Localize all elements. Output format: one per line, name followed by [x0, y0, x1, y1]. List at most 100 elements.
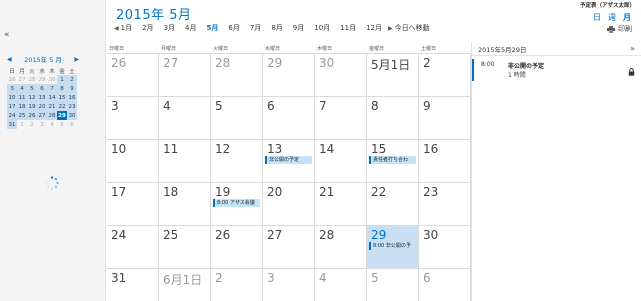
day-cell[interactable]: 5	[367, 269, 419, 301]
day-cell[interactable]: 4	[159, 97, 211, 140]
mini-day[interactable]: 7	[47, 84, 57, 93]
month-link-1[interactable]: 1月	[121, 23, 132, 33]
mini-day[interactable]: 18	[17, 102, 27, 111]
mini-day[interactable]: 10	[7, 93, 17, 102]
collapse-pane-icon[interactable]: «	[4, 30, 10, 40]
mini-day[interactable]: 25	[17, 111, 27, 120]
mini-day[interactable]: 12	[27, 93, 37, 102]
view-month-button[interactable]: 月	[623, 12, 631, 23]
mini-day[interactable]: 17	[7, 102, 17, 111]
month-link-12[interactable]: 12月	[366, 23, 382, 33]
mini-day[interactable]: 21	[47, 102, 57, 111]
day-cell[interactable]: 31	[107, 269, 159, 301]
mini-day[interactable]: 27	[17, 75, 27, 84]
day-cell[interactable]: 12	[211, 140, 263, 183]
mini-prev-month-icon[interactable]: ◀	[7, 56, 12, 63]
day-cell[interactable]: 29 8:00 非公開の予	[367, 226, 419, 269]
day-cell[interactable]: 10	[107, 140, 159, 183]
day-cell[interactable]: 2	[211, 269, 263, 301]
month-link-5[interactable]: 5月	[207, 23, 219, 33]
calendar-event[interactable]: 非公開の予定	[265, 156, 312, 164]
month-link-6[interactable]: 6月	[228, 23, 239, 33]
goto-today-link[interactable]: 今日へ移動	[395, 23, 430, 33]
mini-day[interactable]: 2	[27, 120, 37, 129]
mini-day[interactable]: 24	[7, 111, 17, 120]
mini-day[interactable]: 28	[47, 111, 57, 120]
expand-pane-icon[interactable]: »	[630, 44, 635, 53]
mini-day[interactable]: 4	[47, 120, 57, 129]
mini-day[interactable]: 6	[67, 120, 77, 129]
mini-next-month-icon[interactable]: ▶	[74, 56, 79, 63]
month-link-11[interactable]: 11月	[340, 23, 356, 33]
mini-day[interactable]: 3	[7, 84, 17, 93]
month-link-2[interactable]: 2月	[142, 23, 153, 33]
mini-day[interactable]: 15	[57, 93, 67, 102]
day-cell[interactable]: 2	[419, 54, 471, 97]
day-cell[interactable]: 22	[367, 183, 419, 226]
day-cell[interactable]: 11	[159, 140, 211, 183]
day-cell[interactable]: 5	[211, 97, 263, 140]
mini-day[interactable]: 2	[67, 75, 77, 84]
day-cell[interactable]: 8	[367, 97, 419, 140]
mini-day[interactable]: 14	[47, 93, 57, 102]
mini-day[interactable]: 20	[37, 102, 47, 111]
mini-day[interactable]: 19	[27, 102, 37, 111]
mini-day[interactable]: 5	[57, 120, 67, 129]
view-week-button[interactable]: 週	[608, 12, 616, 23]
day-cell[interactable]: 5月1日	[367, 54, 419, 97]
mini-day[interactable]: 9	[67, 84, 77, 93]
mini-day[interactable]: 30	[67, 111, 77, 120]
mini-day[interactable]: 29	[57, 111, 67, 120]
day-cell[interactable]: 9	[419, 97, 471, 140]
calendar-event[interactable]: 8:00 アザス会議	[213, 199, 260, 207]
mini-day[interactable]: 4	[17, 84, 27, 93]
mini-day[interactable]: 1	[57, 75, 67, 84]
month-link-8[interactable]: 8月	[271, 23, 282, 33]
day-cell[interactable]: 4	[315, 269, 367, 301]
day-cell[interactable]: 3	[263, 269, 315, 301]
day-cell[interactable]: 20	[263, 183, 315, 226]
day-cell[interactable]: 21	[315, 183, 367, 226]
mini-day[interactable]: 29	[37, 75, 47, 84]
month-link-9[interactable]: 9月	[293, 23, 304, 33]
mini-day[interactable]: 26	[7, 75, 17, 84]
day-cell[interactable]: 16	[419, 140, 471, 183]
month-link-7[interactable]: 7月	[250, 23, 261, 33]
mini-day[interactable]: 16	[67, 93, 77, 102]
agenda-appointment[interactable]: 8:00 非公開の予定 1 時間	[472, 59, 641, 81]
mini-day[interactable]: 3	[37, 120, 47, 129]
calendar-event[interactable]: 8:00 非公開の予	[369, 242, 416, 250]
day-cell[interactable]: 27	[159, 54, 211, 97]
day-cell[interactable]: 15 責任者打ち合わ	[367, 140, 419, 183]
mini-day[interactable]: 1	[17, 120, 27, 129]
day-cell[interactable]: 6月1日	[159, 269, 211, 301]
day-cell[interactable]: 25	[159, 226, 211, 269]
day-cell[interactable]: 19 8:00 アザス会議	[211, 183, 263, 226]
mini-day[interactable]: 30	[47, 75, 57, 84]
mini-day[interactable]: 26	[27, 111, 37, 120]
day-cell[interactable]: 23	[419, 183, 471, 226]
day-cell[interactable]: 6	[263, 97, 315, 140]
mini-day[interactable]: 28	[27, 75, 37, 84]
mini-day[interactable]: 22	[57, 102, 67, 111]
calendar-event[interactable]: 責任者打ち合わ	[369, 156, 416, 164]
print-button[interactable]: 印刷	[607, 24, 632, 34]
next-year-icon[interactable]: ▶	[388, 25, 393, 32]
day-cell[interactable]: 30	[315, 54, 367, 97]
day-cell[interactable]: 18	[159, 183, 211, 226]
mini-day[interactable]: 11	[17, 93, 27, 102]
day-cell[interactable]: 14	[315, 140, 367, 183]
day-cell[interactable]: 17	[107, 183, 159, 226]
mini-day[interactable]: 23	[67, 102, 77, 111]
mini-day[interactable]: 31	[7, 120, 17, 129]
mini-day[interactable]: 8	[57, 84, 67, 93]
day-cell[interactable]: 30	[419, 226, 471, 269]
day-cell[interactable]: 3	[107, 97, 159, 140]
day-cell[interactable]: 24	[107, 226, 159, 269]
mini-day[interactable]: 6	[37, 84, 47, 93]
day-cell[interactable]: 13 非公開の予定	[263, 140, 315, 183]
view-day-button[interactable]: 日	[593, 12, 601, 23]
mini-day[interactable]: 13	[37, 93, 47, 102]
mini-day[interactable]: 27	[37, 111, 47, 120]
month-link-4[interactable]: 4月	[185, 23, 196, 33]
